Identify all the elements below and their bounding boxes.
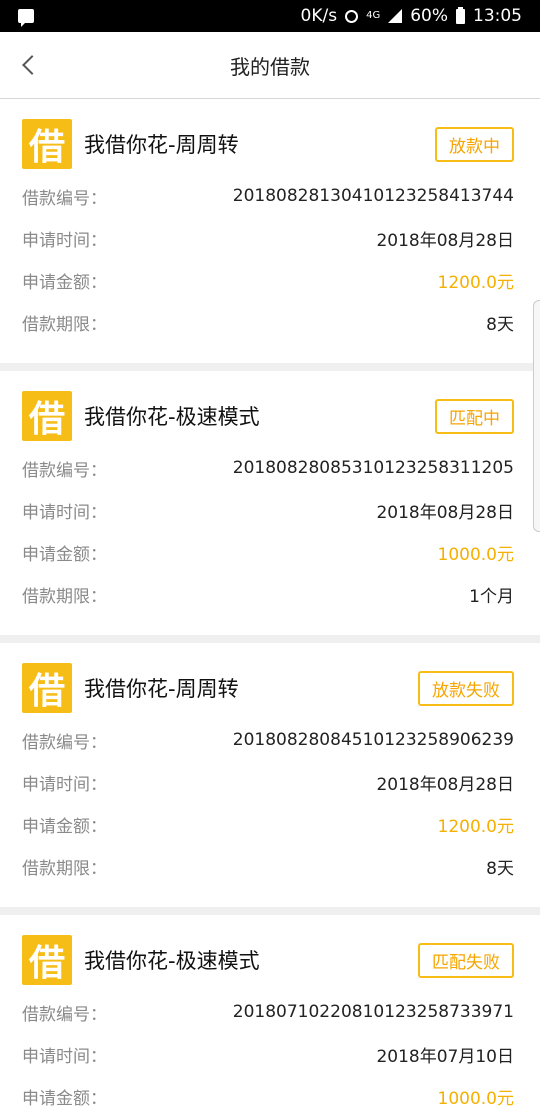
clock: 13:05 bbox=[473, 6, 522, 26]
loan-no-value: 20180710220810123258733971 bbox=[232, 1002, 514, 1022]
network-type: 4G bbox=[366, 10, 381, 21]
term-label: 借款期限： bbox=[22, 314, 107, 335]
loan-no-row: 借款编号： 20180828084510123258906239 bbox=[22, 719, 514, 761]
nav-bar: 我的借款 bbox=[0, 32, 540, 99]
loan-logo-icon: 借 bbox=[22, 119, 72, 169]
apply-amount-label: 申请金额： bbox=[22, 816, 107, 837]
loan-no-label: 借款编号： bbox=[22, 188, 107, 209]
loan-list: 借 我借你花-周周转 放款中 借款编号： 2018082813041012325… bbox=[0, 99, 540, 1110]
apply-time-value: 2018年08月28日 bbox=[376, 502, 514, 523]
loan-card[interactable]: 借 我借你花-周周转 放款失败 借款编号： 201808280845101232… bbox=[0, 643, 540, 907]
apply-amount-value: 1000.0元 bbox=[437, 1088, 514, 1109]
signal-icon bbox=[388, 9, 403, 23]
product-name: 我借你花-极速模式 bbox=[84, 405, 260, 429]
loan-no-label: 借款编号： bbox=[22, 1004, 107, 1025]
apply-amount-label: 申请金额： bbox=[22, 1088, 107, 1109]
apply-time-label: 申请时间： bbox=[22, 1046, 107, 1067]
back-button[interactable] bbox=[14, 50, 44, 80]
term-row: 借款期限： 1个月 bbox=[22, 573, 514, 615]
loan-card[interactable]: 借 我借你花-极速模式 匹配中 借款编号： 201808280853101232… bbox=[0, 371, 540, 635]
loan-no-row: 借款编号： 20180710220810123258733971 bbox=[22, 991, 514, 1033]
loan-no-row: 借款编号： 20180828130410123258413744 bbox=[22, 175, 514, 217]
apply-time-row: 申请时间： 2018年08月28日 bbox=[22, 761, 514, 803]
status-badge: 放款失败 bbox=[418, 670, 514, 706]
term-value: 8天 bbox=[486, 314, 514, 335]
apply-amount-row: 申请金额： 1000.0元 bbox=[22, 531, 514, 573]
term-row: 借款期限： 8天 bbox=[22, 301, 514, 343]
loan-no-value: 20180828130410123258413744 bbox=[232, 186, 514, 206]
battery-percent: 60% bbox=[410, 6, 448, 26]
loan-logo-icon: 借 bbox=[22, 935, 72, 985]
loan-no-row: 借款编号： 20180828085310123258311205 bbox=[22, 447, 514, 489]
apply-amount-row: 申请金额： 1200.0元 bbox=[22, 259, 514, 301]
apply-time-row: 申请时间： 2018年08月28日 bbox=[22, 489, 514, 531]
loan-logo-icon: 借 bbox=[22, 663, 72, 713]
loan-no-value: 20180828085310123258311205 bbox=[232, 458, 514, 478]
network-speed: 0K/s bbox=[300, 6, 338, 26]
alarm-icon bbox=[345, 9, 359, 23]
apply-amount-label: 申请金额： bbox=[22, 272, 107, 293]
term-row: 借款期限： 8天 bbox=[22, 845, 514, 887]
page-title: 我的借款 bbox=[230, 54, 310, 79]
battery-icon bbox=[456, 6, 465, 24]
term-value: 1个月 bbox=[469, 586, 514, 607]
loan-no-label: 借款编号： bbox=[22, 460, 107, 481]
apply-amount-value: 1200.0元 bbox=[437, 816, 514, 837]
product-name: 我借你花-周周转 bbox=[84, 677, 239, 701]
product-name: 我借你花-极速模式 bbox=[84, 949, 260, 973]
apply-amount-row: 申请金额： 1000.0元 bbox=[22, 1075, 514, 1110]
status-badge: 放款中 bbox=[435, 126, 514, 162]
apply-time-label: 申请时间： bbox=[22, 230, 107, 251]
apply-amount-row: 申请金额： 1200.0元 bbox=[22, 803, 514, 845]
apply-time-value: 2018年08月28日 bbox=[376, 774, 514, 795]
apply-amount-value: 1000.0元 bbox=[437, 544, 514, 565]
apply-time-value: 2018年07月10日 bbox=[376, 1046, 514, 1067]
loan-no-label: 借款编号： bbox=[22, 732, 107, 753]
apply-amount-label: 申请金额： bbox=[22, 544, 107, 565]
message-notification-icon bbox=[18, 9, 34, 27]
status-badge: 匹配中 bbox=[435, 398, 514, 434]
chevron-left-icon bbox=[22, 55, 42, 75]
loan-no-value: 20180828084510123258906239 bbox=[232, 730, 514, 750]
term-label: 借款期限： bbox=[22, 858, 107, 879]
apply-time-label: 申请时间： bbox=[22, 502, 107, 523]
scroll-indicator[interactable] bbox=[533, 300, 540, 532]
apply-time-row: 申请时间： 2018年07月10日 bbox=[22, 1033, 514, 1075]
loan-card[interactable]: 借 我借你花-极速模式 匹配失败 借款编号： 20180710220810123… bbox=[0, 915, 540, 1110]
term-value: 8天 bbox=[486, 858, 514, 879]
apply-time-label: 申请时间： bbox=[22, 774, 107, 795]
apply-amount-value: 1200.0元 bbox=[437, 272, 514, 293]
term-label: 借款期限： bbox=[22, 586, 107, 607]
apply-time-row: 申请时间： 2018年08月28日 bbox=[22, 217, 514, 259]
loan-logo-icon: 借 bbox=[22, 391, 72, 441]
status-badge: 匹配失败 bbox=[418, 942, 514, 978]
apply-time-value: 2018年08月28日 bbox=[376, 230, 514, 251]
loan-card[interactable]: 借 我借你花-周周转 放款中 借款编号： 2018082813041012325… bbox=[0, 99, 540, 363]
status-bar: 0K/s 4G 60% 13:05 bbox=[0, 0, 540, 32]
product-name: 我借你花-周周转 bbox=[84, 133, 239, 157]
